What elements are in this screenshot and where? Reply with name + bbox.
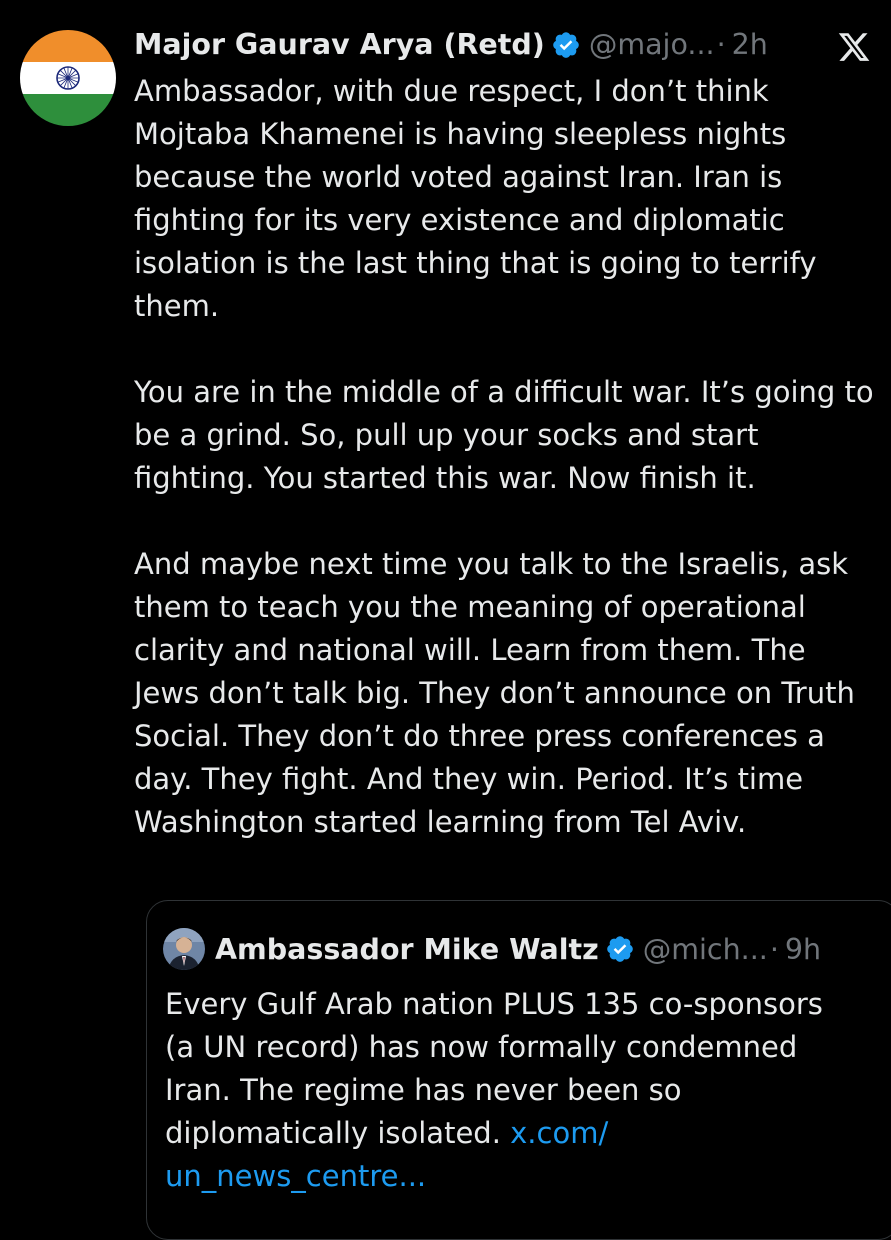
- quoted-author-avatar[interactable]: [163, 928, 205, 970]
- quoted-post-body: Every Gulf Arab nation PLUS 135 co-spons…: [165, 983, 845, 1198]
- post-timestamp[interactable]: 2h: [732, 24, 768, 66]
- post-paragraph-1: Ambassador, with due respect, I don’t th…: [134, 74, 817, 323]
- x-logo-icon[interactable]: [837, 30, 871, 64]
- tweet[interactable]: Major Gaurav Arya (Retd) @majo... · 2h A…: [0, 0, 891, 1240]
- author-name[interactable]: Major Gaurav Arya (Retd): [134, 24, 545, 66]
- post-paragraph-3: And maybe next time you talk to the Isra…: [134, 547, 855, 839]
- quoted-header-separator: ·: [769, 932, 779, 966]
- author-avatar[interactable]: [20, 30, 116, 126]
- post-paragraph-2: You are in the middle of a difficult war…: [134, 375, 874, 495]
- quoted-post-header: Ambassador Mike Waltz @mich... · 9h: [163, 927, 821, 971]
- post-header: Major Gaurav Arya (Retd) @majo... · 2h: [134, 24, 834, 66]
- verified-badge-icon: [551, 30, 581, 60]
- author-handle[interactable]: @majo...: [589, 24, 715, 66]
- verified-badge-icon: [605, 934, 635, 964]
- quoted-author-handle[interactable]: @mich...: [643, 933, 768, 966]
- quoted-author-name[interactable]: Ambassador Mike Waltz: [215, 933, 599, 966]
- post-body: Ambassador, with due respect, I don’t th…: [134, 70, 874, 844]
- quoted-post-text: Every Gulf Arab nation PLUS 135 co-spons…: [165, 987, 823, 1150]
- quoted-post-timestamp[interactable]: 9h: [785, 933, 821, 966]
- header-separator: ·: [716, 28, 726, 61]
- quoted-post[interactable]: Ambassador Mike Waltz @mich... · 9h Ever…: [146, 900, 891, 1240]
